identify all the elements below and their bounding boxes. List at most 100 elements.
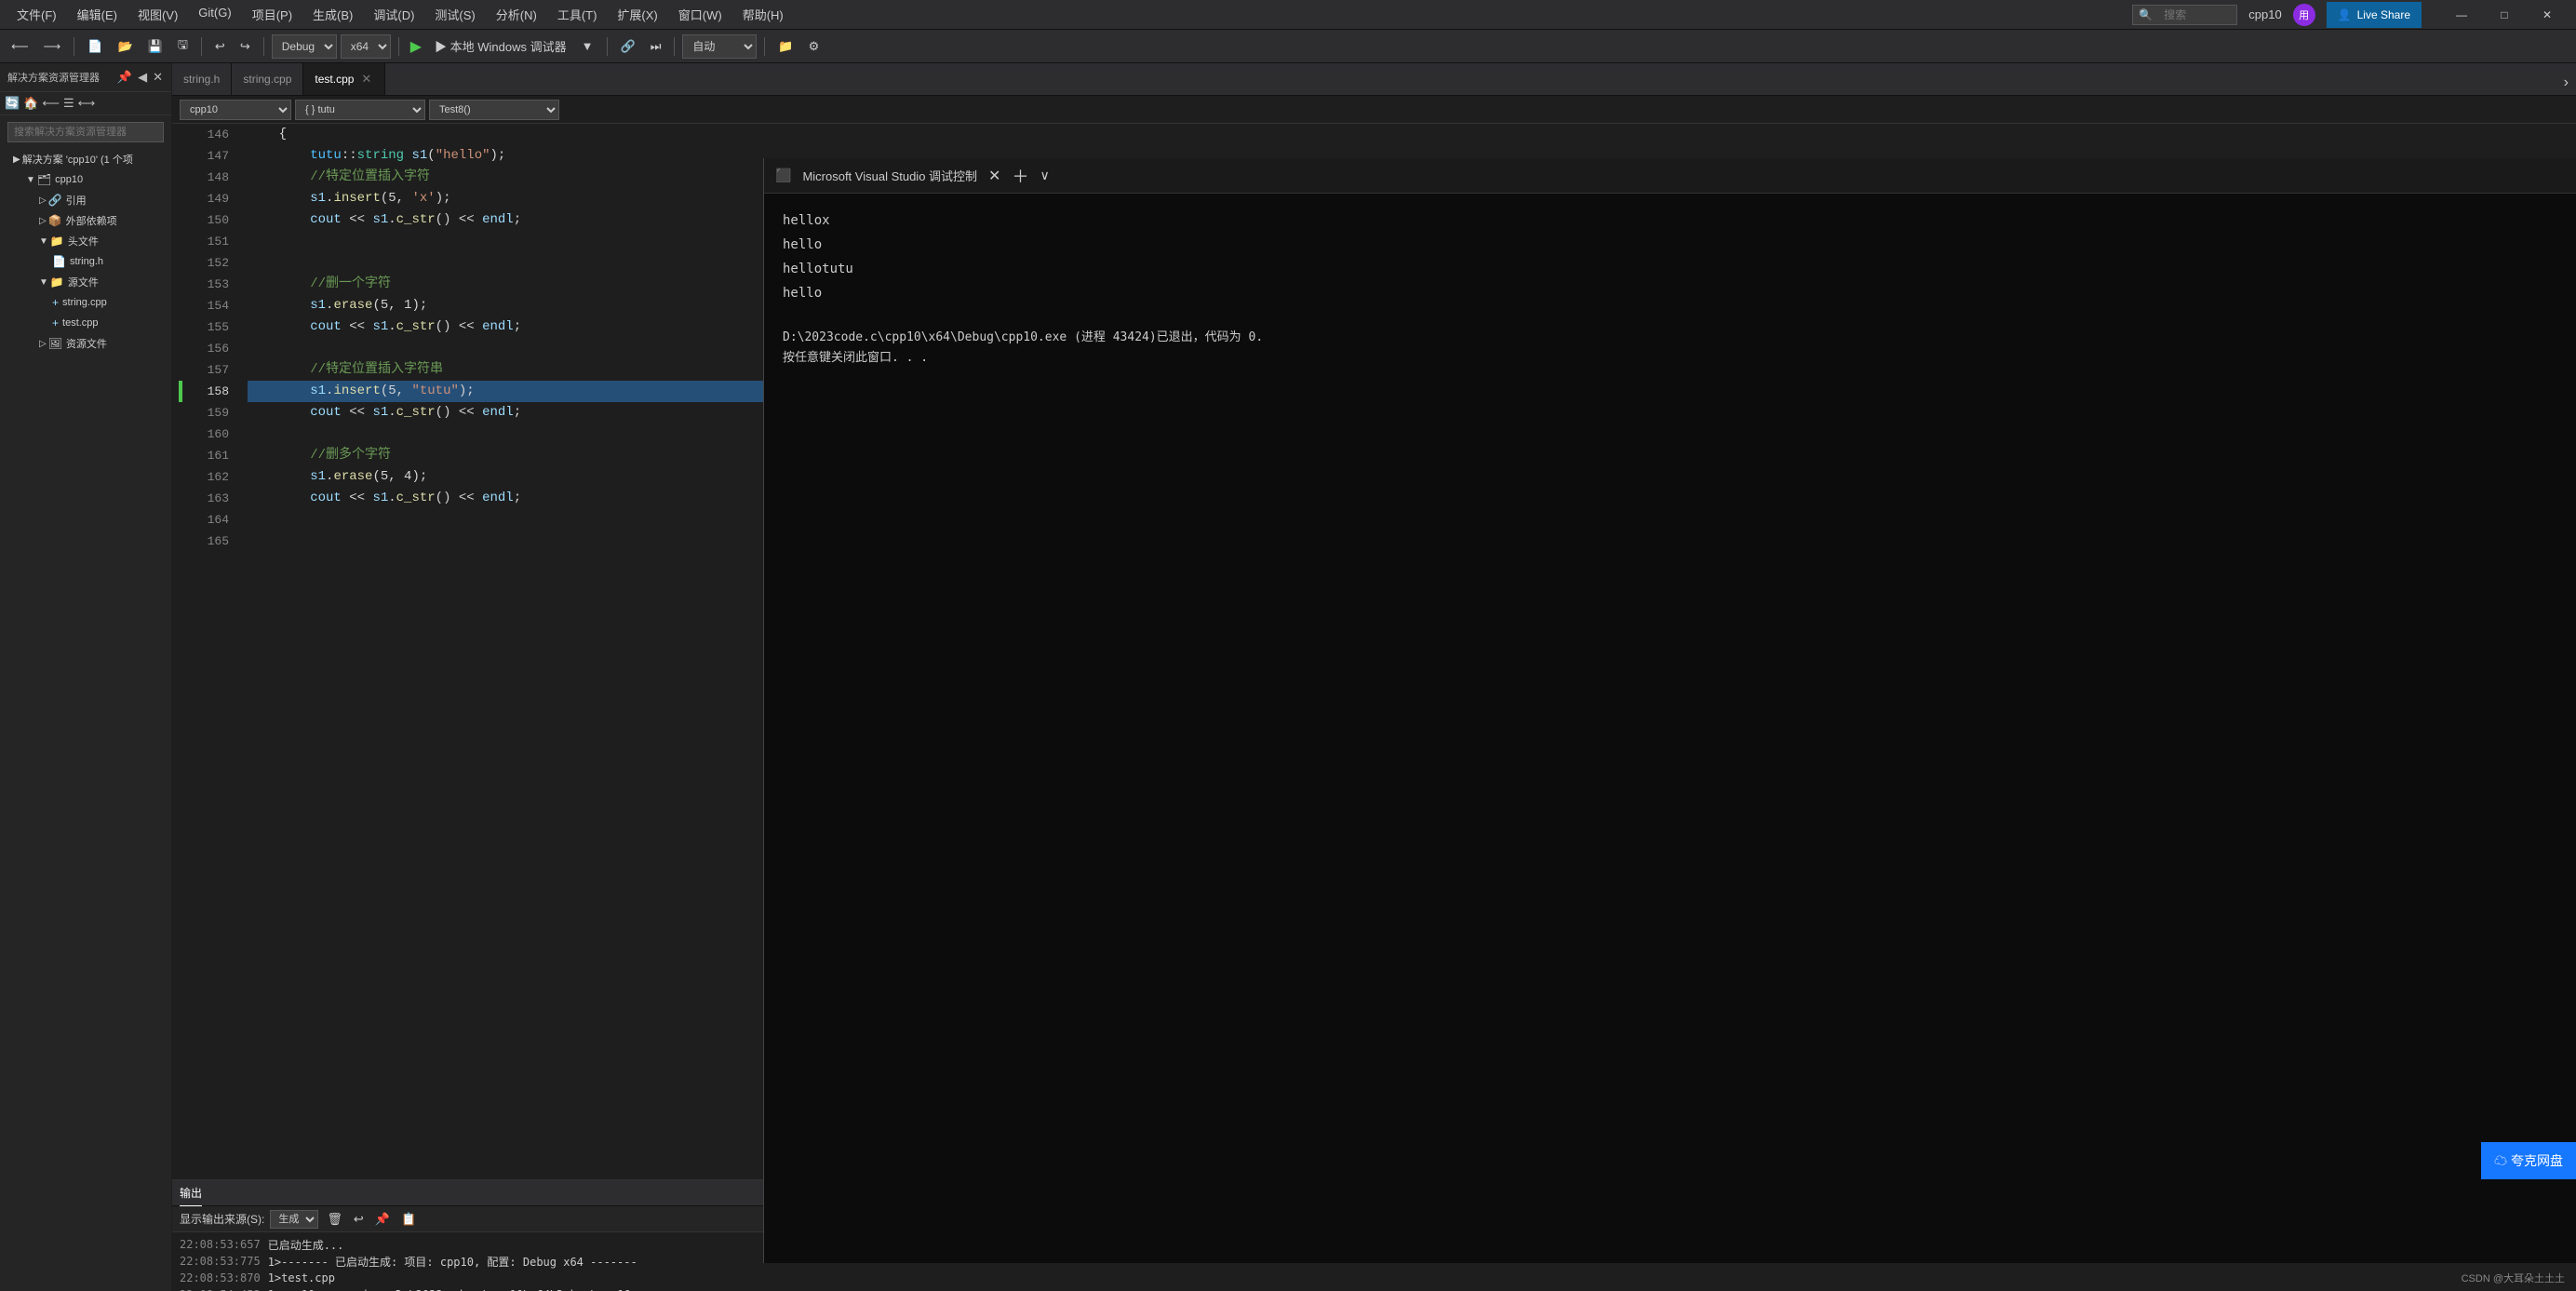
output-copy-btn[interactable]: 📋	[398, 1211, 419, 1228]
output-wrap-btn[interactable]: ↩	[351, 1211, 367, 1228]
sidebar-refresh-btn[interactable]: 🔄	[4, 95, 20, 112]
menu-edit[interactable]: 编辑(E)	[68, 4, 127, 25]
output-source-select[interactable]: 生成	[270, 1210, 318, 1229]
toolbar-open[interactable]: 📂	[112, 34, 138, 60]
code-var: s1	[372, 488, 388, 509]
auto-select[interactable]: 自动	[682, 34, 757, 59]
sidebar-home-btn[interactable]: 🏠	[22, 95, 39, 112]
code-var: s1	[372, 316, 388, 338]
toolbar-folder[interactable]: 📁	[772, 34, 798, 60]
live-share-button[interactable]: 👤 Live Share	[2327, 2, 2422, 28]
code-var: s1	[372, 209, 388, 231]
tab-close-icon[interactable]: ✕	[359, 71, 373, 87]
toolbar-step-over[interactable]: ⏭	[645, 34, 667, 60]
avatar[interactable]: 用	[2293, 4, 2315, 26]
sidebar: 解决方案资源管理器 📌 ◀ ✕ 🔄 🏠 ⟵ ☰ ⟷ ▶ 解决方案 'cpp10'…	[0, 63, 172, 1291]
sidebar-search-input[interactable]	[7, 122, 164, 142]
toolbar-sep-6	[674, 37, 675, 56]
tree-item-resources[interactable]: ▷ 🖼 资源文件	[0, 333, 171, 354]
tree-item-label: string.h	[70, 256, 103, 267]
toolbar-save-all[interactable]: 🖫	[172, 34, 194, 60]
quark-button[interactable]: ☁ 夸克网盘	[2481, 1142, 2576, 1179]
tab-scroll-right[interactable]: ›	[2556, 71, 2576, 95]
menu-extensions[interactable]: 扩展(X)	[608, 4, 666, 25]
debug-add-button[interactable]: ＋	[1012, 164, 1028, 188]
menu-test[interactable]: 测试(S)	[425, 4, 484, 25]
tree-item-headers[interactable]: ▼ 📁 头文件	[0, 231, 171, 251]
symbol-select[interactable]: { } tutu	[295, 100, 425, 120]
tree-item-solution[interactable]: ▶ 解决方案 'cpp10' (1 个项	[0, 149, 171, 169]
sidebar-pin-btn[interactable]: 📌	[116, 69, 133, 86]
run-button[interactable]: ▶	[407, 37, 425, 56]
code-var: cout	[310, 316, 342, 338]
gutter-line-151	[172, 231, 189, 252]
tree-item-label: 外部依赖项	[66, 213, 117, 228]
code-text	[248, 231, 255, 252]
toolbar-back[interactable]: ⟵	[6, 34, 34, 60]
menu-window[interactable]: 窗口(W)	[669, 4, 731, 25]
code-text: .	[326, 295, 333, 316]
sidebar-close-btn[interactable]: ✕	[152, 69, 164, 86]
menu-debug[interactable]: 调试(D)	[364, 4, 423, 25]
sidebar-sync-btn[interactable]: ⟷	[77, 95, 97, 112]
menu-file[interactable]: 文件(F)	[7, 4, 66, 25]
run-arrow[interactable]: ▼	[576, 34, 599, 60]
debug-title-bar: ⬛ Microsoft Visual Studio 调试控制 ✕ ＋ ∨	[764, 158, 2576, 194]
toolbar-gear[interactable]: ⚙	[803, 34, 825, 60]
toolbar-save[interactable]: 💾	[142, 34, 168, 60]
sidebar-list-btn[interactable]: ☰	[62, 95, 75, 112]
menu-view[interactable]: 视图(V)	[128, 4, 187, 25]
menu-project[interactable]: 项目(P)	[243, 4, 302, 25]
toolbar-sep-5	[607, 37, 608, 56]
run-label-btn[interactable]: ▶ 本地 Windows 调试器	[429, 34, 572, 60]
maximize-button[interactable]: □	[2483, 0, 2526, 30]
breadcrumb-select[interactable]: cpp10	[180, 100, 291, 120]
tree-item-label: 引用	[66, 193, 87, 208]
minimize-button[interactable]: —	[2440, 0, 2483, 30]
output-tab-output[interactable]: 输出	[180, 1180, 202, 1206]
debug-config-select[interactable]: Debug	[272, 34, 337, 59]
tree-item-cpp10[interactable]: ▼ 🗂 cpp10	[0, 169, 171, 190]
menu-tools[interactable]: 工具(T)	[548, 4, 607, 25]
toolbar-attach-debug[interactable]: 🔗	[615, 34, 641, 60]
menu-git[interactable]: Git(G)	[189, 4, 240, 25]
output-time: 22:08:53:657	[180, 1238, 261, 1251]
tab-string-h[interactable]: string.h	[172, 63, 232, 95]
sidebar-arrow2-btn[interactable]: ⟵	[41, 95, 60, 112]
close-button[interactable]: ✕	[2526, 0, 2569, 30]
gutter	[172, 124, 189, 1179]
code-text	[248, 209, 310, 231]
output-pin-btn[interactable]: 📌	[372, 1211, 393, 1228]
tree-item-label: 解决方案 'cpp10' (1 个项	[22, 152, 133, 167]
tab-test-cpp[interactable]: test.cpp ✕	[303, 63, 385, 95]
toolbar-sep-7	[764, 37, 765, 56]
search-input[interactable]	[2156, 5, 2231, 25]
toolbar-new[interactable]: 📄	[82, 34, 108, 60]
code-fn: c_str	[396, 316, 436, 338]
debug-chevron-button[interactable]: ∨	[1040, 168, 1049, 183]
tree-item-sources[interactable]: ▼ 📁 源文件	[0, 272, 171, 292]
debug-title-text: Microsoft Visual Studio 调试控制	[802, 167, 977, 184]
output-source-label: 显示输出来源(S):	[180, 1211, 264, 1227]
code-text: ::	[342, 145, 357, 167]
menu-help[interactable]: 帮助(H)	[733, 4, 793, 25]
toolbar-undo[interactable]: ↩	[209, 34, 231, 60]
tree-item-external[interactable]: ▷ 📦 外部依赖项	[0, 210, 171, 231]
tree-item-string-cpp[interactable]: + string.cpp	[0, 292, 171, 313]
tab-string-cpp[interactable]: string.cpp	[232, 63, 303, 95]
tree-item-references[interactable]: ▷ 🔗 引用	[0, 190, 171, 210]
toolbar-redo[interactable]: ↪	[235, 34, 256, 60]
tree-item-string-h[interactable]: 📄 string.h	[0, 251, 171, 272]
output-clear-btn[interactable]: 🗑	[324, 1211, 345, 1228]
toolbar-forward[interactable]: ⟶	[38, 34, 67, 60]
menu-analyze[interactable]: 分析(N)	[487, 4, 546, 25]
debug-close-button[interactable]: ✕	[988, 167, 1000, 185]
function-select[interactable]: Test8()	[429, 100, 559, 120]
tree-item-test-cpp[interactable]: + test.cpp	[0, 313, 171, 333]
debug-status-line: D:\2023code.c\cpp10\x64\Debug\cpp10.exe …	[783, 328, 2557, 348]
platform-select[interactable]: x64	[341, 34, 391, 59]
sidebar-arrow-btn[interactable]: ◀	[137, 69, 148, 86]
code-text: ;	[514, 209, 521, 231]
menu-build[interactable]: 生成(B)	[303, 4, 362, 25]
line-num-162: 162	[189, 466, 229, 488]
